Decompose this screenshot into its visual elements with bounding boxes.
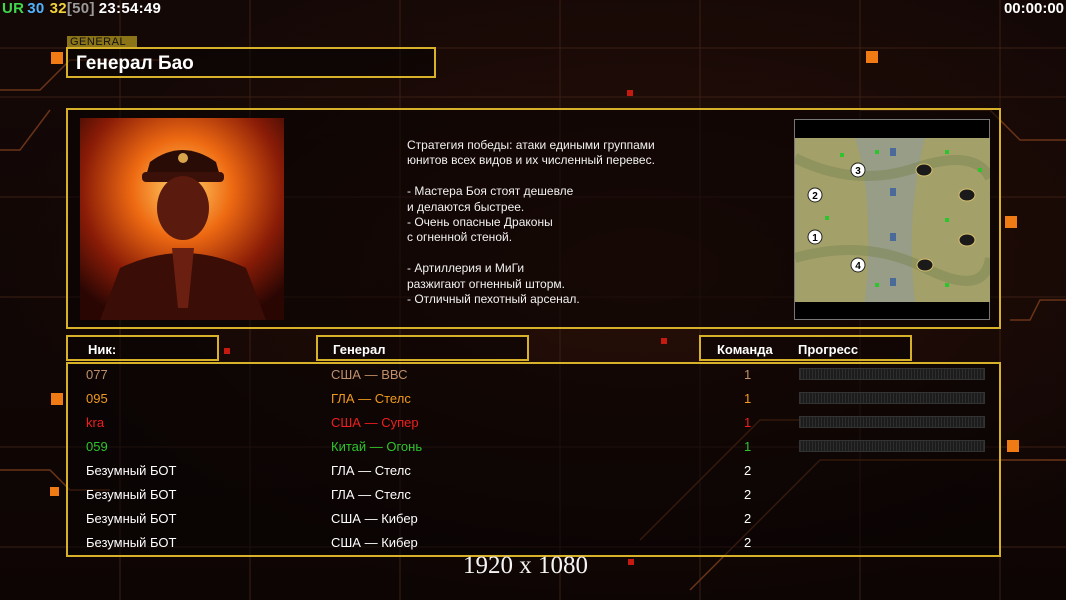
map-start-position: 4 bbox=[855, 261, 861, 272]
map-terrain: 3 2 1 4 bbox=[792, 138, 995, 302]
decor-square bbox=[1007, 440, 1019, 452]
general-name: Генерал Бао bbox=[76, 53, 194, 74]
decor-square bbox=[224, 348, 230, 354]
decor-square bbox=[866, 51, 878, 63]
player-general: Китай — Огонь bbox=[331, 439, 423, 454]
player-row[interactable]: Безумный БОТ ГЛА — Стелс 2 bbox=[68, 483, 998, 507]
general-title-box: Генерал Бао bbox=[66, 47, 436, 78]
decor-square bbox=[51, 393, 63, 405]
fps-current: 30 bbox=[27, 0, 45, 17]
player-row[interactable]: 077 США — ВВС 1 bbox=[68, 363, 998, 387]
player-nick: Безумный БОТ bbox=[86, 463, 177, 478]
player-general: США — ВВС bbox=[331, 367, 408, 382]
player-nick: 095 bbox=[86, 391, 108, 406]
player-team: 2 bbox=[744, 487, 752, 502]
decor-square bbox=[51, 52, 63, 64]
header-nick: Ник: bbox=[88, 342, 117, 357]
decor-square bbox=[50, 487, 59, 496]
player-nick: Безумный БОТ bbox=[86, 511, 177, 526]
player-team: 1 bbox=[744, 439, 752, 454]
player-row[interactable]: Безумный БОТ ГЛА — Стелс 2 bbox=[68, 459, 998, 483]
player-row[interactable]: Безумный БОТ США — Кибер 2 bbox=[68, 507, 998, 531]
header-nick-box: Ник: bbox=[66, 335, 219, 361]
player-progress-bar bbox=[799, 368, 985, 380]
player-general: США — Кибер bbox=[331, 535, 418, 550]
player-progress-bar bbox=[799, 416, 985, 428]
map-preview[interactable]: 3 2 1 4 bbox=[792, 138, 995, 302]
player-progress-bar bbox=[799, 392, 985, 404]
general-portrait bbox=[80, 118, 284, 320]
map-start-position: 2 bbox=[812, 191, 818, 202]
fps-limit: [50] bbox=[66, 0, 95, 17]
game-timer: 00:00:00 bbox=[1003, 0, 1064, 17]
decor-square bbox=[1005, 216, 1017, 228]
player-general: ГЛА — Стелс bbox=[331, 391, 411, 406]
player-general: ГЛА — Стелс bbox=[331, 487, 411, 502]
player-nick: kra bbox=[86, 415, 105, 430]
player-general: США — Кибер bbox=[331, 511, 418, 526]
system-clock: 23:54:49 bbox=[98, 0, 162, 17]
map-start-position: 1 bbox=[812, 233, 818, 244]
player-team: 1 bbox=[744, 391, 752, 406]
header-team-progress-box: Команда Прогресс bbox=[699, 335, 912, 361]
player-general: США — Супер bbox=[331, 415, 419, 430]
player-nick: Безумный БОТ bbox=[86, 487, 177, 502]
player-nick: 059 bbox=[86, 439, 108, 454]
player-progress-bar bbox=[799, 440, 985, 452]
player-team: 1 bbox=[744, 415, 752, 430]
player-team: 2 bbox=[744, 535, 752, 550]
decor-square bbox=[627, 90, 633, 96]
player-row[interactable]: 059 Китай — Огонь 1 bbox=[68, 435, 998, 459]
decor-square bbox=[628, 559, 634, 565]
header-general-box: Генерал bbox=[316, 335, 529, 361]
player-general: ГЛА — Стелс bbox=[331, 463, 411, 478]
header-team: Команда bbox=[717, 342, 773, 357]
map-start-position: 3 bbox=[855, 166, 861, 177]
general-portrait-image bbox=[80, 118, 284, 320]
player-row[interactable]: 095 ГЛА — Стелс 1 bbox=[68, 387, 998, 411]
player-team: 2 bbox=[744, 463, 752, 478]
header-progress: Прогресс bbox=[798, 342, 859, 357]
fps-label: UR bbox=[2, 0, 25, 17]
fps-counter: UR 30 32[50] 23:54:49 bbox=[2, 0, 161, 17]
resolution-label: 1920 x 1080 bbox=[463, 552, 588, 579]
header-general: Генерал bbox=[333, 342, 386, 357]
decor-square bbox=[661, 338, 667, 344]
player-nick: 077 bbox=[86, 367, 108, 382]
player-team: 1 bbox=[744, 367, 752, 382]
player-nick: Безумный БОТ bbox=[86, 535, 177, 550]
general-description: Стратегия победы: атаки едиными группами… bbox=[407, 138, 655, 307]
player-team: 2 bbox=[744, 511, 752, 526]
fps-max: 32 bbox=[49, 0, 67, 17]
player-row[interactable]: kra США — Супер 1 bbox=[68, 411, 998, 435]
